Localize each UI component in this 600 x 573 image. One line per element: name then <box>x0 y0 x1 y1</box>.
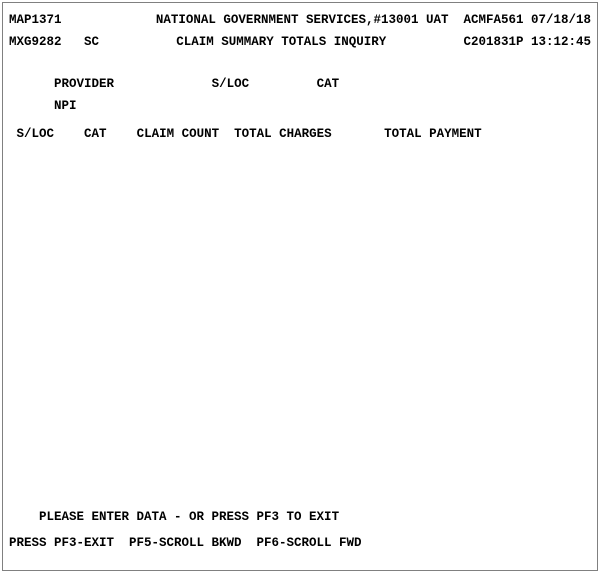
session-id: MXG9282 <box>9 35 62 49</box>
cycle-time: C201831P 13:12:45 <box>463 33 591 51</box>
screen-title: CLAIM SUMMARY TOTALS INQUIRY <box>176 33 386 51</box>
mode: SC <box>84 35 99 49</box>
session-block: MXG9282 SC <box>9 33 99 51</box>
col-total-charges: TOTAL CHARGES <box>234 127 332 141</box>
col-claim-count: CLAIM COUNT <box>137 127 220 141</box>
col-sloc: S/LOC <box>17 127 55 141</box>
filter-row-1[interactable]: PROVIDER S/LOC CAT <box>9 75 591 93</box>
system-banner: NATIONAL GOVERNMENT SERVICES,#13001 UAT … <box>156 11 591 29</box>
col-total-payment: TOTAL PAYMENT <box>384 127 482 141</box>
pf-keys[interactable]: PRESS PF3-EXIT PF5-SCROLL BKWD PF6-SCROL… <box>9 534 591 552</box>
prompt-text: PLEASE ENTER DATA - OR PRESS PF3 TO EXIT <box>39 510 339 524</box>
cat-label: CAT <box>317 77 340 91</box>
prompt-message: PLEASE ENTER DATA - OR PRESS PF3 TO EXIT <box>9 508 591 526</box>
provider-label: PROVIDER <box>54 77 114 91</box>
terminal-screen: MAP1371 NATIONAL GOVERNMENT SERVICES,#13… <box>2 2 598 571</box>
npi-label: NPI <box>54 99 77 113</box>
filter-row-2[interactable]: NPI <box>9 97 591 115</box>
column-headers: S/LOC CAT CLAIM COUNT TOTAL CHARGES TOTA… <box>9 125 591 143</box>
data-area <box>9 143 591 508</box>
sloc-label: S/LOC <box>212 77 250 91</box>
col-cat: CAT <box>84 127 107 141</box>
screen-id: MAP1371 <box>9 11 62 29</box>
